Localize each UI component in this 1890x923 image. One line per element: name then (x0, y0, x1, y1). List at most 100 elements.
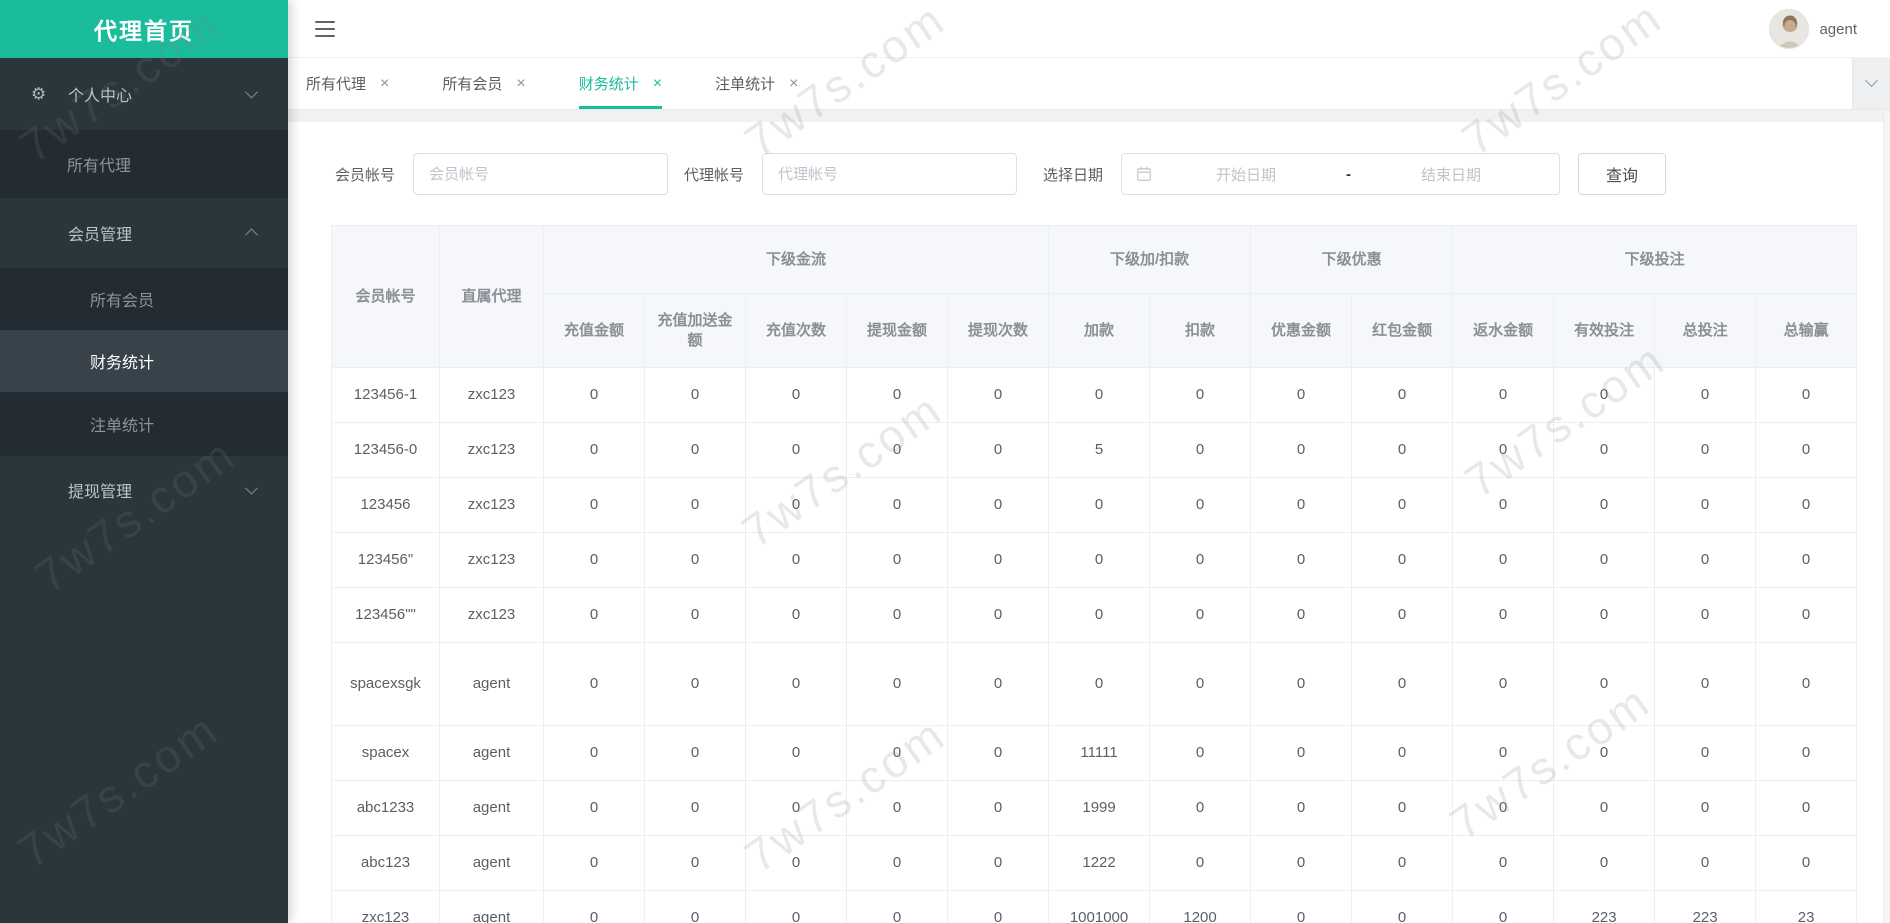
table-row: spacexsgk agent 0 0 0 0 0 0 0 0 0 0 0 0 0 (331, 642, 1858, 726)
tab-close-icon[interactable]: × (653, 75, 662, 92)
cell-value: 0 (745, 532, 847, 588)
cell-value: 0 (846, 890, 948, 923)
cell-value: 0 (1048, 477, 1151, 533)
cell-value: 0 (1452, 835, 1555, 891)
table-row: abc1233 agent 0 0 0 0 0 1999 0 0 0 0 0 0 0 (331, 780, 1858, 836)
tab-finance-stats[interactable]: 财务统计 × (578, 58, 663, 109)
sidebar-item-all-agents[interactable]: 所有代理 (0, 130, 288, 198)
cell-value: 23 (1755, 890, 1858, 923)
date-separator: - (1346, 165, 1352, 183)
column-header: 总投注 (1654, 293, 1757, 368)
tab-close-icon[interactable]: × (516, 75, 525, 92)
header-row-groups: 会员帐号 直属代理 下级金流 下级加/扣款 下级优惠 下级投注 (331, 225, 1858, 368)
cell-value: 0 (1351, 725, 1454, 781)
chevron-up-icon (245, 228, 258, 242)
tab-overflow-button[interactable] (1852, 58, 1890, 109)
tab-all-agents[interactable]: 所有代理 × (306, 58, 389, 109)
table-row: abc123 agent 0 0 0 0 0 1222 0 0 0 0 0 0 0 (331, 835, 1858, 891)
tab-close-icon[interactable]: × (789, 75, 798, 92)
cell-value: 0 (846, 780, 948, 836)
cell-value: 0 (745, 587, 847, 643)
member-account-input[interactable] (413, 153, 669, 195)
column-header-member-account: 会员帐号 (331, 225, 440, 368)
sidebar-item-all-members[interactable]: 所有会员 (0, 268, 288, 330)
date-end-placeholder[interactable]: 结束日期 (1357, 164, 1545, 185)
chevron-down-icon (1865, 74, 1878, 88)
cell-member-account: spacex (331, 725, 440, 781)
tab-label: 财务统计 (578, 76, 639, 93)
cell-value: 0 (1654, 642, 1757, 726)
cell-value: 0 (1755, 835, 1858, 891)
cell-value: 0 (1250, 725, 1353, 781)
cell-value: 0 (1149, 835, 1252, 891)
cell-value: 0 (1351, 890, 1454, 923)
cell-value: 0 (846, 835, 948, 891)
cell-value: 0 (1250, 835, 1353, 891)
cell-value: 0 (1250, 422, 1353, 478)
member-account-label: 会员帐号 (335, 166, 396, 184)
vertical-scrollbar[interactable] (1883, 110, 1890, 923)
cell-value: 0 (1452, 422, 1555, 478)
cell-direct-agent: zxc123 (439, 532, 544, 588)
cell-direct-agent: agent (439, 890, 544, 923)
agent-account-input[interactable] (762, 153, 1018, 195)
query-button[interactable]: 查询 (1578, 153, 1667, 195)
cell-value: 0 (846, 725, 948, 781)
cell-value: 0 (1250, 477, 1353, 533)
tab-all-members[interactable]: 所有会员 × (442, 58, 525, 109)
column-header: 充值次数 (745, 293, 847, 368)
cell-value: 0 (1048, 532, 1151, 588)
cell-value: 0 (1452, 725, 1555, 781)
cell-value: 0 (1250, 532, 1353, 588)
cell-value: 0 (946, 477, 1050, 533)
cell-value: 0 (1452, 477, 1555, 533)
cell-value: 0 (1149, 422, 1252, 478)
cell-value: 0 (644, 532, 746, 588)
column-header: 红包金额 (1351, 293, 1454, 368)
cell-value: 0 (745, 422, 847, 478)
sidebar-item-personal-center[interactable]: ⚙ 个人中心 (0, 58, 288, 130)
column-header: 充值金额 (543, 293, 645, 368)
cell-value: 0 (1452, 890, 1555, 923)
cell-value: 0 (745, 890, 847, 923)
group-header: 下级加/扣款 (1048, 225, 1252, 294)
cell-value: 0 (644, 780, 746, 836)
cell-value: 0 (1553, 587, 1656, 643)
cell-value: 0 (644, 587, 746, 643)
sidebar-item-member-management[interactable]: 会员管理 (0, 198, 288, 268)
cell-value: 5 (1048, 422, 1151, 478)
date-start-placeholder[interactable]: 开始日期 (1152, 164, 1340, 185)
sidebar-item-label: 所有代理 (67, 158, 132, 175)
sidebar-item-label: 会员管理 (68, 227, 133, 244)
username: agent (1819, 20, 1857, 38)
chevron-down-icon (245, 481, 258, 495)
sidebar-item-finance-stats[interactable]: 财务统计 (0, 330, 288, 392)
cell-value: 0 (946, 642, 1050, 726)
sidebar-menu: ⚙ 个人中心所有代理会员管理所有会员 财务统计 注单统计 提现管理 (0, 58, 288, 524)
user-menu[interactable]: agent (1769, 0, 1857, 58)
stats-table-wrap: 会员帐号 直属代理 下级金流 下级加/扣款 下级优惠 下级投注 充值金额 充值加送金额 充值次数… (331, 225, 1858, 923)
hamburger-menu-icon[interactable] (315, 21, 335, 37)
chevron-down-icon (245, 85, 258, 99)
filter-bar: 会员帐号 代理帐号 选择日期 开始日期 - 结束日期 查询 (335, 153, 1667, 195)
sidebar-item-withdrawal-management[interactable]: 提现管理 (0, 456, 288, 524)
cell-value: 0 (946, 725, 1050, 781)
cell-value: 0 (946, 367, 1050, 423)
cell-value: 0 (1654, 422, 1757, 478)
tab-close-icon[interactable]: × (380, 75, 389, 92)
cell-value: 0 (1452, 367, 1555, 423)
cell-value: 0 (1149, 725, 1252, 781)
group-header: 下级投注 (1452, 225, 1858, 294)
cell-value: 0 (745, 477, 847, 533)
tab-bet-stats[interactable]: 注单统计 × (715, 58, 798, 109)
cell-member-account: 123456 (331, 477, 440, 533)
cell-member-account: 123456"" (331, 587, 440, 643)
sidebar-item-bet-stats[interactable]: 注单统计 (0, 392, 288, 456)
cell-value: 0 (1654, 835, 1757, 891)
cell-value: 0 (1553, 532, 1656, 588)
cell-value: 0 (1149, 532, 1252, 588)
cell-value: 0 (1553, 367, 1656, 423)
date-range-picker[interactable]: 开始日期 - 结束日期 (1121, 153, 1561, 195)
cell-value: 0 (1351, 422, 1454, 478)
cell-value: 0 (745, 780, 847, 836)
